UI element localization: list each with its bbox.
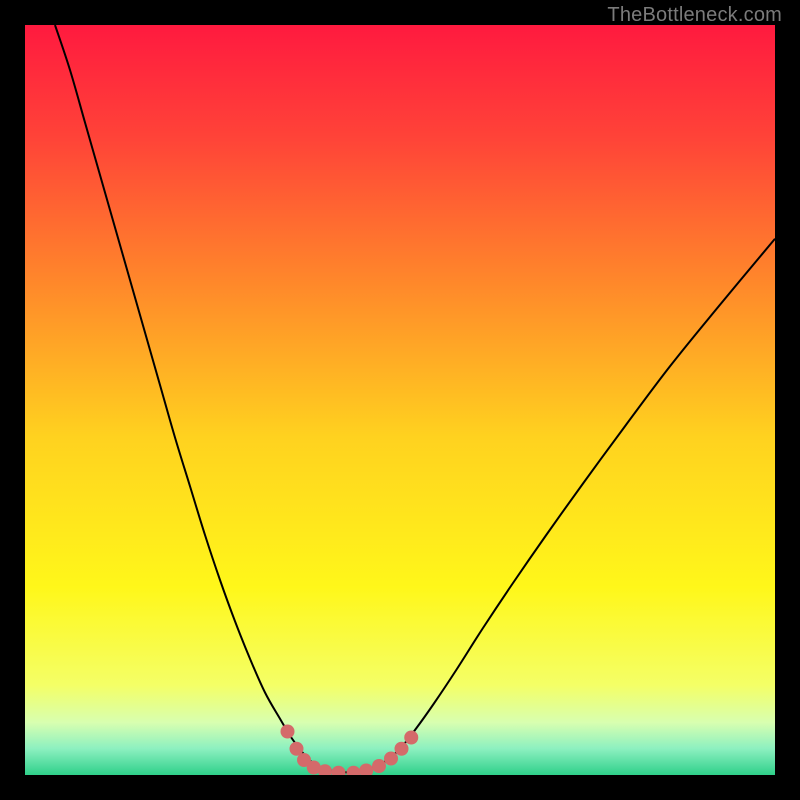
watermark-text: TheBottleneck.com	[607, 4, 782, 27]
chart-plot	[25, 25, 775, 775]
marker-dot	[281, 725, 295, 739]
marker-dot	[395, 742, 409, 756]
chart-frame: TheBottleneck.com	[0, 0, 800, 800]
marker-dot	[404, 731, 418, 745]
marker-dot	[372, 759, 386, 773]
chart-background	[25, 25, 775, 775]
marker-dot	[384, 752, 398, 766]
